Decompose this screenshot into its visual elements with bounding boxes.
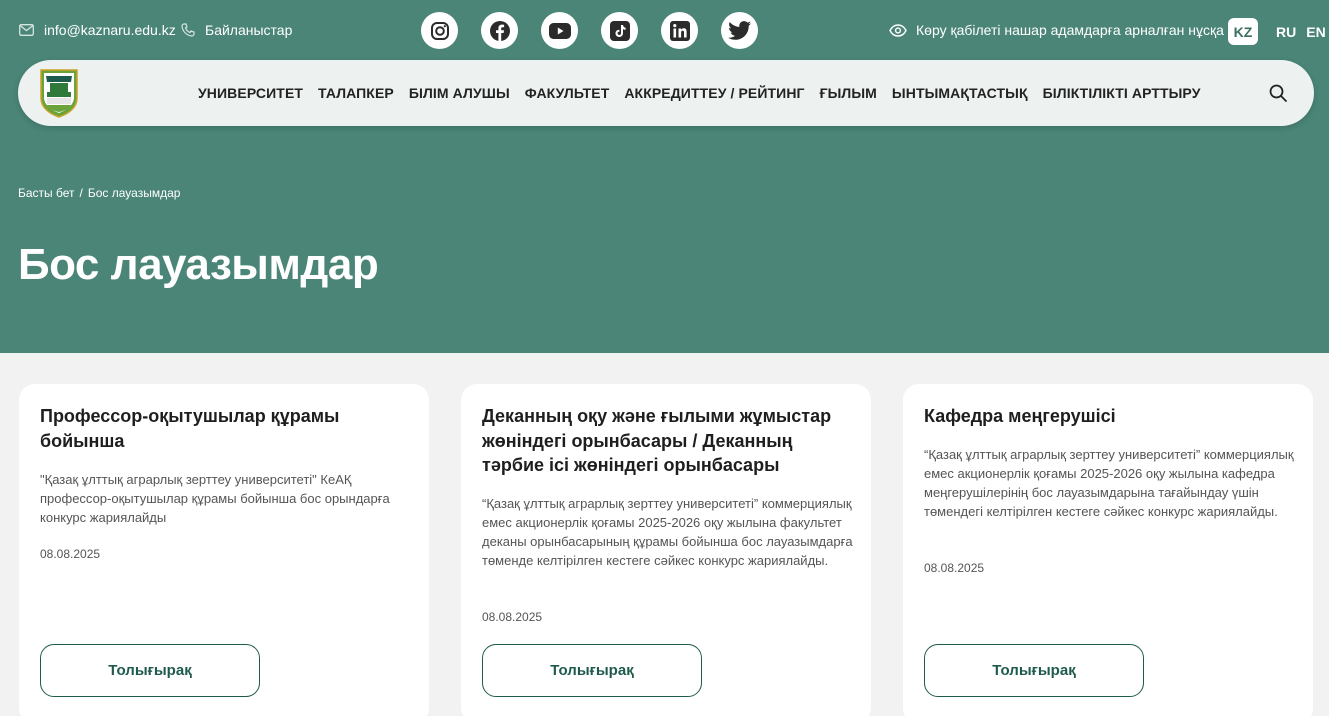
tiktok-icon[interactable]: [601, 12, 638, 49]
email-link[interactable]: info@kaznaru.edu.kz: [19, 22, 176, 38]
breadcrumb-home[interactable]: Басты бет: [18, 186, 75, 200]
language-switcher: KZ RU EN: [1228, 18, 1326, 45]
main-navbar: УНИВЕРСИТЕТ ТАЛАПКЕР БІЛІМ АЛУШЫ ФАКУЛЬТ…: [18, 60, 1314, 126]
eye-icon: [889, 23, 907, 37]
vacancy-card: Профессор-оқытушылар құрамы бойынша "Қаз…: [19, 384, 429, 716]
card-title[interactable]: Деканның оқу және ғылыми жұмыстар жөнінд…: [482, 404, 857, 478]
nav-item-university[interactable]: УНИВЕРСИТЕТ: [198, 85, 303, 101]
accessibility-label: Көру қабілеті нашар адамдарға арналған н…: [916, 22, 1224, 38]
nav-item-applicant[interactable]: ТАЛАПКЕР: [318, 85, 394, 101]
phone-icon: [181, 23, 195, 37]
nav-item-cooperation[interactable]: ЫНТЫМАҚТАСТЫҚ: [892, 85, 1028, 101]
nav-item-student[interactable]: БІЛІМ АЛУШЫ: [409, 85, 510, 101]
facebook-icon[interactable]: [481, 12, 518, 49]
email-text: info@kaznaru.edu.kz: [44, 22, 176, 38]
lang-ru[interactable]: RU: [1276, 24, 1296, 40]
social-links: [421, 12, 781, 49]
more-button[interactable]: Толығырақ: [40, 644, 260, 697]
search-icon[interactable]: [1268, 83, 1288, 103]
youtube-icon[interactable]: [541, 12, 578, 49]
linkedin-icon[interactable]: [661, 12, 698, 49]
top-bar: info@kaznaru.edu.kz Байланыстар Көру қаб…: [0, 0, 1329, 60]
university-logo[interactable]: [38, 68, 80, 118]
more-button[interactable]: Толығырақ: [482, 644, 702, 697]
instagram-icon[interactable]: [421, 12, 458, 49]
nav-item-faculty[interactable]: ФАКУЛЬТЕТ: [525, 85, 610, 101]
breadcrumb-separator: /: [79, 186, 83, 200]
card-description: “Қазақ ұлттық аграрлық зерттеу университ…: [482, 496, 853, 568]
card-description: “Қазақ ұлттық аграрлық зерттеу университ…: [924, 447, 1294, 519]
card-title[interactable]: Кафедра меңгерушісі: [924, 404, 1299, 429]
more-button[interactable]: Толығырақ: [924, 644, 1144, 697]
mail-icon: [19, 24, 34, 36]
card-date: 08.08.2025: [482, 610, 543, 624]
card-date: 08.08.2025: [924, 561, 985, 575]
card-title[interactable]: Профессор-оқытушылар құрамы бойынша: [40, 404, 415, 453]
contacts-link[interactable]: Байланыстар: [181, 22, 292, 38]
lang-en[interactable]: EN: [1306, 24, 1325, 40]
breadcrumb-current: Бос лауазымдар: [87, 186, 181, 200]
vacancy-card: Деканның оқу және ғылыми жұмыстар жөнінд…: [461, 384, 871, 716]
nav-item-accreditation[interactable]: АККРЕДИТТЕУ / РЕЙТИНГ: [624, 85, 804, 101]
vacancy-card: Кафедра меңгерушісі “Қазақ ұлттық аграрл…: [903, 384, 1313, 716]
accessibility-link[interactable]: Көру қабілеті нашар адамдарға арналған н…: [889, 22, 1224, 38]
card-date: 08.08.2025: [40, 547, 101, 561]
page-title: Бос лауазымдар: [18, 240, 379, 289]
nav-item-professional-development[interactable]: БІЛІКТІЛІКТІ АРТТЫРУ: [1043, 85, 1201, 101]
lang-kz[interactable]: KZ: [1228, 18, 1258, 45]
breadcrumb: Басты бет / Бос лауазымдар: [18, 186, 180, 200]
contacts-text: Байланыстар: [205, 22, 293, 38]
twitter-icon[interactable]: [721, 12, 758, 49]
main-menu: УНИВЕРСИТЕТ ТАЛАПКЕР БІЛІМ АЛУШЫ ФАКУЛЬТ…: [198, 60, 1216, 126]
nav-item-science[interactable]: ҒЫЛЫМ: [820, 85, 877, 101]
card-description: "Қазақ ұлттық аграрлық зерттеу университ…: [40, 472, 390, 525]
